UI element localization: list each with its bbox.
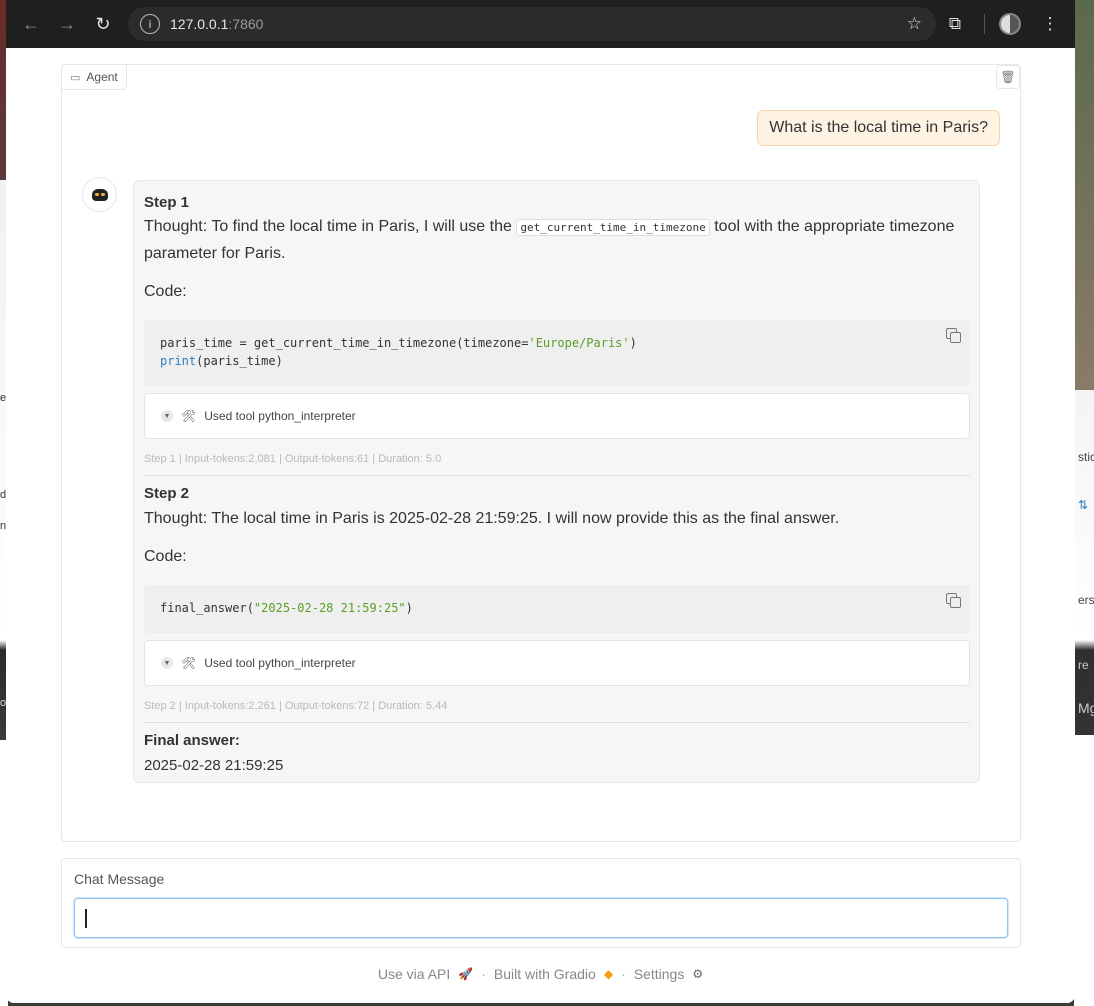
step-2: Step 2 Thought: The local time in Paris … — [144, 485, 970, 566]
step-thought: Thought: To find the local time in Paris… — [144, 214, 970, 267]
code-text: ) — [629, 336, 637, 350]
forward-icon[interactable]: → — [52, 9, 82, 39]
copy-icon[interactable] — [946, 593, 961, 608]
chat-input-panel: Chat Message — [61, 858, 1021, 948]
chat-input-label: Chat Message — [74, 871, 165, 887]
tool-label: Used tool python_interpreter — [204, 656, 356, 670]
tools-icon: 🛠 — [181, 409, 197, 423]
step-title: Step 2 — [144, 485, 190, 502]
toolbar-right: ⧉ ⋮ — [940, 9, 1065, 39]
chatbot-label-text: Agent — [86, 70, 118, 84]
clear-chat-trash-icon[interactable]: 🗑 — [996, 65, 1020, 89]
background-fragment: stic_ — [1078, 450, 1094, 464]
code-label: Code: — [144, 283, 187, 300]
step-thought: Thought: The local time in Paris is 2025… — [144, 510, 840, 527]
menu-kebab-icon[interactable]: ⋮ — [1035, 9, 1065, 39]
code-text: paris_time = get_current_time_in_timezon… — [160, 336, 529, 350]
step-title: Step 1 — [144, 194, 190, 211]
code-string: 'Europe/Paris' — [528, 336, 630, 350]
toolbar-divider — [984, 14, 985, 34]
extensions-icon[interactable]: ⧉ — [940, 9, 970, 39]
footer-separator: · — [481, 966, 486, 982]
code-text: (paris_time) — [196, 354, 283, 368]
code-block-step-2: final_answer("2025-02-28 21:59:25") — [144, 585, 970, 633]
step-1: Step 1 Thought: To find the local time i… — [144, 194, 970, 301]
gradio-logo-icon: ◆ — [603, 967, 614, 981]
settings-link[interactable]: Settings — [634, 966, 685, 982]
built-with-gradio-link[interactable]: Built with Gradio — [494, 966, 596, 982]
footer-separator: · — [621, 966, 626, 982]
gradio-page: ▭ Agent 🗑 What is the local time in Pari… — [6, 48, 1075, 1003]
final-answer: Final answer: 2025-02-28 21:59:25 — [144, 732, 970, 774]
text-caret — [85, 909, 87, 928]
chatbot-label: ▭ Agent — [61, 64, 127, 90]
step-divider — [144, 722, 970, 723]
use-via-api-link[interactable]: Use via API — [378, 966, 450, 982]
address-bar[interactable]: i 127.0.0.1:7860 ☆ — [128, 7, 936, 41]
chat-message-input[interactable] — [74, 898, 1008, 938]
step-meta: Step 2 | Input-tokens:2,261 | Output-tok… — [144, 700, 448, 712]
inline-code: get_current_time_in_timezone — [516, 219, 710, 236]
bot-avatar — [82, 177, 117, 212]
desktop-background-right: stic_ ⇅ ersi re Mg — [1074, 0, 1094, 1006]
back-icon[interactable]: ← — [16, 9, 46, 39]
browser-toolbar: ← → ↻ i 127.0.0.1:7860 ☆ ⧉ ⋮ — [6, 0, 1075, 48]
chevron-down-icon: ▼ — [161, 410, 173, 422]
tool-accordion-step-2[interactable]: ▼ 🛠 Used tool python_interpreter — [144, 640, 970, 686]
bookmark-star-icon[interactable]: ☆ — [907, 14, 922, 34]
code-label: Code: — [144, 548, 187, 565]
final-answer-value: 2025-02-28 21:59:25 — [144, 757, 284, 774]
profile-avatar[interactable] — [999, 13, 1021, 35]
url-host: 127.0.0.1 — [170, 16, 229, 32]
code-string: "2025-02-28 21:59:25" — [253, 601, 406, 615]
browser-window: ← → ↻ i 127.0.0.1:7860 ☆ ⧉ ⋮ ▭ Agent 🗑 W… — [6, 0, 1075, 1003]
bot-avatar-face-icon — [91, 188, 108, 201]
tool-label: Used tool python_interpreter — [204, 409, 356, 423]
code-keyword: print — [160, 354, 197, 368]
chat-bubble-icon: ▭ — [70, 71, 81, 84]
background-fragment: ersi — [1078, 593, 1094, 607]
thought-prefix: Thought: To find the local time in Paris… — [144, 218, 517, 235]
footer: Use via API 🚀 · Built with Gradio ◆ · Se… — [6, 966, 1075, 982]
code-text: ) — [405, 601, 413, 615]
copy-icon[interactable] — [946, 328, 961, 343]
url-port: :7860 — [228, 16, 264, 32]
tool-accordion-step-1[interactable]: ▼ 🛠 Used tool python_interpreter — [144, 393, 970, 439]
final-answer-title: Final answer: — [144, 732, 240, 749]
background-fragment: ⇅ — [1078, 498, 1089, 512]
background-fragment: Mg — [1078, 700, 1094, 716]
tools-icon: 🛠 — [181, 656, 197, 670]
chatbot-panel: ▭ Agent 🗑 What is the local time in Pari… — [61, 64, 1021, 842]
reload-icon[interactable]: ↻ — [88, 9, 118, 39]
bot-message: Step 1 Thought: To find the local time i… — [133, 180, 980, 783]
url-text: 127.0.0.1:7860 — [170, 16, 263, 32]
site-info-icon[interactable]: i — [140, 14, 160, 34]
code-block-step-1: paris_time = get_current_time_in_timezon… — [144, 320, 970, 386]
user-message: What is the local time in Paris? — [757, 110, 1000, 146]
code-text: final_answer( — [160, 601, 254, 615]
step-divider — [144, 475, 970, 476]
background-fragment: re — [1078, 658, 1089, 672]
step-meta: Step 1 | Input-tokens:2,081 | Output-tok… — [144, 453, 442, 465]
rocket-icon: 🚀 — [458, 967, 474, 981]
gear-icon: ⚙ — [692, 967, 704, 981]
chevron-down-icon: ▼ — [161, 657, 173, 669]
